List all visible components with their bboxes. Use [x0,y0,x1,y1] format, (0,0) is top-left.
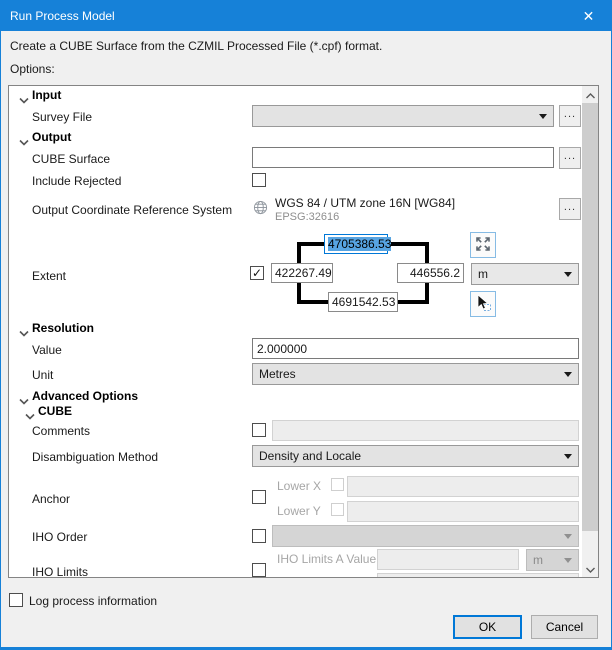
disambiguation-method-value: Density and Locale [259,449,361,463]
anchor-lower-y-checkbox [331,503,344,516]
pointer-select-icon [473,293,493,316]
iho-limits-label: IHO Limits [32,565,88,578]
extent-checkbox[interactable]: ✓ [250,266,264,280]
panel-scrollbar[interactable] [582,86,599,577]
section-cube[interactable]: CUBE [38,404,72,418]
anchor-lower-x-input [347,476,579,497]
extent-unit-select[interactable]: m [471,263,579,285]
iho-limits-b-input [377,573,579,578]
iho-order-select [272,525,579,547]
ok-button[interactable]: OK [453,615,522,639]
cancel-button[interactable]: Cancel [531,615,598,639]
log-process-checkbox[interactable] [9,593,23,607]
checkmark-icon: ✓ [252,267,262,279]
extent-west-field[interactable]: 422267.49 [271,263,333,283]
collapse-cube-icon[interactable] [25,409,35,423]
collapse-advanced-icon[interactable] [19,394,29,408]
cube-surface-browse-button[interactable]: ... [559,147,581,169]
resolution-unit-label: Unit [32,368,53,382]
collapse-resolution-icon[interactable] [19,326,29,340]
chevron-down-icon [564,558,572,563]
resolution-unit-select[interactable]: Metres [252,363,579,385]
extent-east-field[interactable]: 446556.2 [397,263,464,283]
chevron-down-icon [564,272,572,277]
section-advanced-options[interactable]: Advanced Options [32,389,138,403]
chevron-down-icon [564,372,572,377]
survey-file-select[interactable] [252,105,554,127]
chevron-down-icon [586,562,595,576]
pick-extent-button[interactable] [470,291,496,317]
iho-order-checkbox[interactable] [252,529,266,543]
resolution-value-label: Value [32,343,62,357]
crs-browse-button[interactable]: ... [559,198,581,220]
crs-value: WGS 84 / UTM zone 16N [WG84] [275,196,455,210]
cube-surface-label: CUBE Surface [32,152,110,166]
iho-limits-a-input [377,549,519,570]
chevron-down-icon [564,454,572,459]
anchor-lower-y-label: Lower Y [277,504,321,518]
survey-file-browse-button[interactable]: ... [559,105,581,127]
anchor-lower-x-checkbox [331,478,344,491]
resolution-unit-value: Metres [259,367,296,381]
run-process-model-dialog: Run Process Model ✕ Create a CUBE Surfac… [0,0,612,650]
expand-arrows-icon [474,235,492,256]
anchor-lower-y-input [347,501,579,522]
iho-limits-unit-value: m [533,553,543,567]
scrollbar-thumb[interactable] [582,103,599,531]
chevron-down-icon [539,114,547,119]
section-resolution[interactable]: Resolution [32,321,94,335]
iho-limits-b-label: IHO Limits B Value [277,575,377,578]
chevron-up-icon [586,88,595,102]
section-output[interactable]: Output [32,130,71,144]
comments-input [272,420,579,441]
anchor-label: Anchor [32,492,70,506]
zoom-extent-button[interactable] [470,232,496,258]
include-rejected-label: Include Rejected [32,174,121,188]
options-panel: Input Survey File ... Output CUBE Surfac… [8,85,599,578]
disambiguation-method-label: Disambiguation Method [32,450,158,464]
extent-north-value: 4705386.53 [328,237,391,251]
close-icon: ✕ [583,8,595,25]
extent-east-value: 446556.2 [410,266,460,280]
iho-limits-unit-select: m [526,549,579,571]
anchor-lower-x-label: Lower X [277,479,321,493]
extent-north-field[interactable]: 4705386.53 [324,234,388,254]
crs-epsg: EPSG:32616 [275,211,339,223]
options-label: Options: [10,62,55,76]
iho-limits-checkbox[interactable] [252,563,266,577]
resolution-value-input[interactable] [252,338,579,359]
close-button[interactable]: ✕ [566,1,611,31]
extent-south-value: 4691542.53 [332,295,395,309]
dialog-description: Create a CUBE Surface from the CZMIL Pro… [10,39,382,53]
disambiguation-method-select[interactable]: Density and Locale [252,445,579,467]
comments-checkbox[interactable] [252,423,266,437]
titlebar: Run Process Model ✕ [1,1,611,31]
anchor-checkbox[interactable] [252,490,266,504]
scroll-up-button[interactable] [582,86,599,103]
iho-order-label: IHO Order [32,530,87,544]
scroll-down-button[interactable] [582,560,599,577]
extent-west-value: 422267.49 [275,266,332,280]
chevron-down-icon [564,534,572,539]
extent-unit-value: m [478,267,488,281]
survey-file-label: Survey File [32,110,92,124]
collapse-output-icon[interactable] [19,135,29,149]
section-input[interactable]: Input [32,88,61,102]
cube-surface-input[interactable] [252,147,554,168]
crs-label: Output Coordinate Reference System [32,203,232,217]
extent-south-field[interactable]: 4691542.53 [328,292,398,312]
log-process-label: Log process information [29,594,157,608]
iho-limits-a-label: IHO Limits A Value [277,552,376,566]
comments-label: Comments [32,424,90,438]
include-rejected-checkbox[interactable] [252,173,266,187]
extent-label: Extent [32,269,66,283]
collapse-input-icon[interactable] [19,93,29,107]
window-title: Run Process Model [1,9,115,23]
globe-icon [253,200,268,218]
